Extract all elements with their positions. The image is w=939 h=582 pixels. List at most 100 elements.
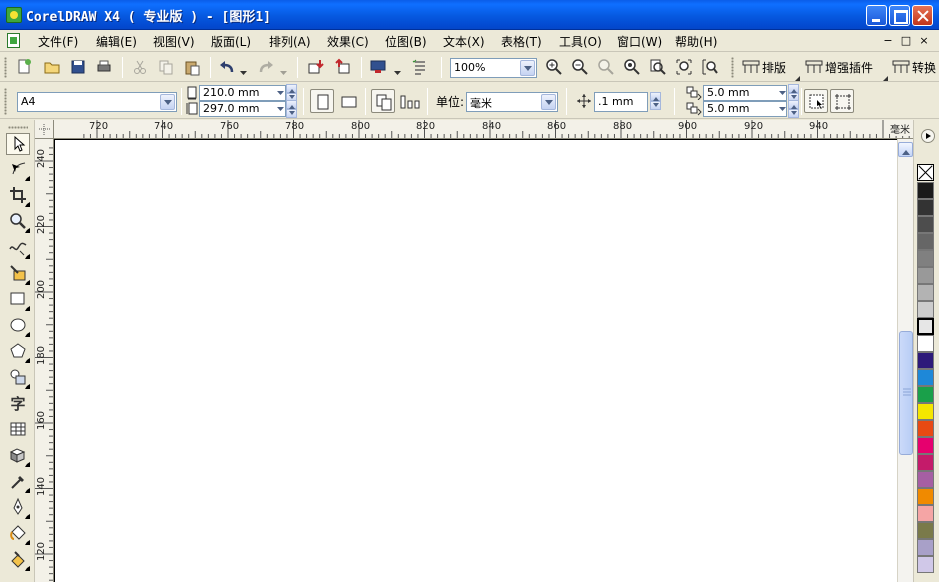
color-swatch[interactable]	[917, 437, 934, 454]
page-height-spinner[interactable]	[286, 100, 298, 118]
color-swatch[interactable]	[917, 335, 934, 352]
page-height-input[interactable]: 297.0 mm	[199, 101, 286, 117]
plugin-enhance-button[interactable]: 增强插件	[803, 57, 885, 78]
smart-fill-icon[interactable]	[6, 263, 30, 285]
nudge-distance-spinner[interactable]	[650, 92, 662, 110]
chevron-down-icon[interactable]	[520, 60, 535, 76]
duplicate-y-input[interactable]: 5.0 mm	[703, 101, 787, 117]
redo-icon[interactable]	[256, 57, 276, 77]
color-swatch[interactable]	[917, 250, 934, 267]
chevron-down-icon[interactable]	[541, 94, 556, 110]
plugin-enhance-dropdown-icon[interactable]	[883, 70, 888, 81]
color-swatch[interactable]	[917, 403, 934, 420]
color-swatch[interactable]	[917, 556, 934, 573]
zoom-all-objects-icon[interactable]	[622, 57, 642, 77]
ellipse-tool-flyout-icon[interactable]	[25, 332, 30, 337]
export-icon[interactable]	[333, 57, 353, 77]
cut-icon[interactable]	[130, 57, 150, 77]
toolbar-grip[interactable]	[4, 88, 7, 115]
color-swatch[interactable]	[917, 539, 934, 556]
copy-icon[interactable]	[156, 57, 176, 77]
ellipse-tool-icon[interactable]	[6, 315, 30, 337]
nudge-distance-input[interactable]: .1 mm	[594, 92, 648, 112]
paste-icon[interactable]	[182, 57, 202, 77]
coreldraw-app-icon[interactable]	[6, 7, 22, 23]
duplicate-y-dropdown-icon[interactable]	[778, 102, 787, 115]
polygon-tool-icon[interactable]	[6, 341, 30, 363]
color-swatch[interactable]	[917, 216, 934, 233]
color-swatch[interactable]	[917, 352, 934, 369]
color-swatch[interactable]	[917, 284, 934, 301]
color-swatch[interactable]	[917, 471, 934, 488]
ruler-origin[interactable]	[35, 120, 54, 139]
application-launcher-icon[interactable]	[368, 57, 388, 77]
color-swatch[interactable]	[917, 369, 934, 386]
current-page-layout-button[interactable]	[398, 89, 422, 113]
paper-size-select[interactable]: A4	[17, 92, 177, 112]
vertical-scrollbar[interactable]	[897, 139, 913, 582]
no-color-swatch[interactable]	[917, 164, 934, 181]
interactive-fill-flyout-icon[interactable]	[25, 566, 30, 571]
landscape-orientation-button[interactable]	[337, 89, 361, 113]
undo-dropdown-icon[interactable]	[240, 65, 247, 75]
zoom-in-icon[interactable]	[544, 57, 564, 77]
rectangle-tool-flyout-icon[interactable]	[25, 306, 30, 311]
basic-shapes-icon[interactable]	[6, 367, 30, 389]
color-swatch[interactable]	[917, 267, 934, 284]
maximize-button[interactable]	[889, 5, 910, 26]
horizontal-ruler[interactable]: 720 740 760 780 800 820 840 860 880 900 …	[35, 120, 913, 139]
minimize-button[interactable]	[866, 5, 887, 26]
crop-tool-flyout-icon[interactable]	[25, 202, 30, 207]
treat-as-filled-button[interactable]	[804, 89, 828, 113]
doc-restore-button[interactable]: □	[898, 34, 914, 48]
duplicate-x-input[interactable]: 5.0 mm	[703, 85, 787, 101]
menu-view[interactable]: 视图(V)	[153, 33, 195, 50]
launcher-dropdown-icon[interactable]	[394, 65, 401, 75]
scrollbar-thumb[interactable]	[899, 331, 913, 455]
all-pages-layout-button[interactable]	[371, 89, 395, 113]
width-unit-dropdown-icon[interactable]	[276, 86, 285, 99]
shape-tool-flyout-icon[interactable]	[25, 176, 30, 181]
color-swatch[interactable]	[917, 301, 934, 318]
plugin-convert-button[interactable]: 转换	[890, 57, 939, 78]
menu-bitmaps[interactable]: 位图(B)	[385, 33, 427, 50]
pick-tool-icon[interactable]	[6, 133, 30, 155]
chevron-down-icon[interactable]	[160, 94, 175, 110]
menu-text[interactable]: 文本(X)	[443, 33, 485, 50]
zoom-page-width-icon[interactable]	[674, 57, 694, 77]
crop-tool-icon[interactable]	[6, 185, 30, 207]
color-swatch[interactable]	[917, 420, 934, 437]
toolbar-grip[interactable]	[4, 57, 7, 78]
menu-file[interactable]: 文件(F)	[38, 33, 78, 50]
new-document-icon[interactable]	[14, 57, 34, 77]
zoom-page-height-icon[interactable]	[700, 57, 720, 77]
color-swatch[interactable]	[917, 522, 934, 539]
toolbar-grip[interactable]	[731, 57, 734, 78]
interactive-fill-icon[interactable]	[6, 549, 30, 571]
open-folder-icon[interactable]	[42, 57, 62, 77]
menu-window[interactable]: 窗口(W)	[617, 33, 662, 50]
eyedropper-tool-icon[interactable]	[6, 471, 30, 493]
shape-tool-icon[interactable]	[6, 159, 30, 181]
print-icon[interactable]	[94, 57, 114, 77]
toolbox-grip[interactable]	[8, 126, 28, 129]
portrait-orientation-button[interactable]	[310, 89, 334, 113]
scroll-up-icon[interactable]	[898, 142, 913, 157]
color-swatch[interactable]	[917, 386, 934, 403]
draw-objects-when-moving-button[interactable]	[830, 89, 854, 113]
polygon-tool-flyout-icon[interactable]	[25, 358, 30, 363]
title-bar[interactable]: CorelDRAW X4 ( 专业版 ) - [图形1]	[0, 0, 939, 30]
color-swatch[interactable]	[917, 488, 934, 505]
color-swatch[interactable]	[917, 199, 934, 216]
doc-minimize-button[interactable]: −	[880, 34, 896, 48]
color-swatch[interactable]	[917, 233, 934, 250]
zoom-page-icon[interactable]	[648, 57, 668, 77]
freehand-tool-icon[interactable]	[6, 237, 30, 259]
palette-menu-icon[interactable]	[921, 129, 935, 143]
text-tool-icon[interactable]: 字	[6, 393, 30, 415]
color-swatch[interactable]	[917, 318, 934, 335]
smart-fill-flyout-icon[interactable]	[25, 280, 30, 285]
outline-tool-icon[interactable]	[6, 497, 30, 519]
outline-tool-flyout-icon[interactable]	[25, 514, 30, 519]
plugin-layout-dropdown-icon[interactable]	[795, 70, 800, 81]
